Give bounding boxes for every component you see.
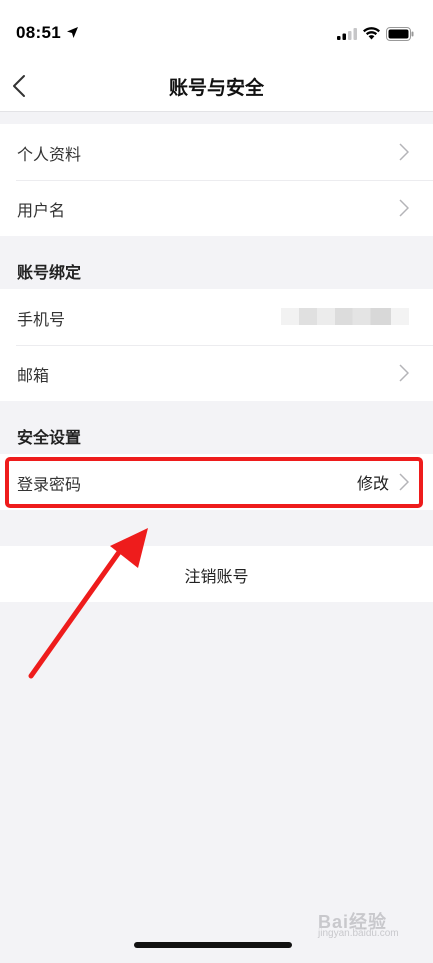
chevron-right-icon — [399, 199, 409, 217]
masked-phone-number — [281, 308, 409, 325]
deactivate-account-label: 注销账号 — [184, 567, 249, 586]
profile-group: 个人资料 用户名 — [0, 124, 433, 236]
row-email[interactable]: 邮箱 — [0, 345, 433, 401]
navigation-bar: 账号与安全 — [0, 60, 433, 112]
home-indicator — [134, 942, 292, 948]
row-profile[interactable]: 个人资料 — [0, 124, 433, 180]
section-header-binding: 账号绑定 — [17, 263, 82, 282]
battery-icon — [386, 27, 414, 41]
status-time: 08:51 — [16, 23, 61, 42]
section-header-security: 安全设置 — [17, 428, 82, 447]
chevron-right-icon — [399, 364, 409, 382]
chevron-right-icon — [399, 143, 409, 161]
annotation-highlight-box — [5, 457, 423, 508]
row-phone[interactable]: 手机号 — [0, 289, 433, 345]
annotation-arrow — [28, 528, 148, 679]
cellular-signal-icon — [337, 28, 357, 40]
watermark-url: jingyan.baidu.com — [318, 928, 399, 939]
row-email-label: 邮箱 — [17, 366, 50, 385]
binding-group: 手机号 邮箱 — [0, 289, 433, 401]
row-username[interactable]: 用户名 — [0, 180, 433, 236]
row-username-label: 用户名 — [17, 201, 66, 220]
row-phone-label: 手机号 — [17, 310, 66, 329]
status-bar: 08:51 — [0, 0, 433, 60]
page-title: 账号与安全 — [168, 77, 264, 99]
row-profile-label: 个人资料 — [17, 145, 82, 164]
location-arrow-icon — [67, 27, 78, 38]
wifi-icon — [363, 27, 380, 40]
